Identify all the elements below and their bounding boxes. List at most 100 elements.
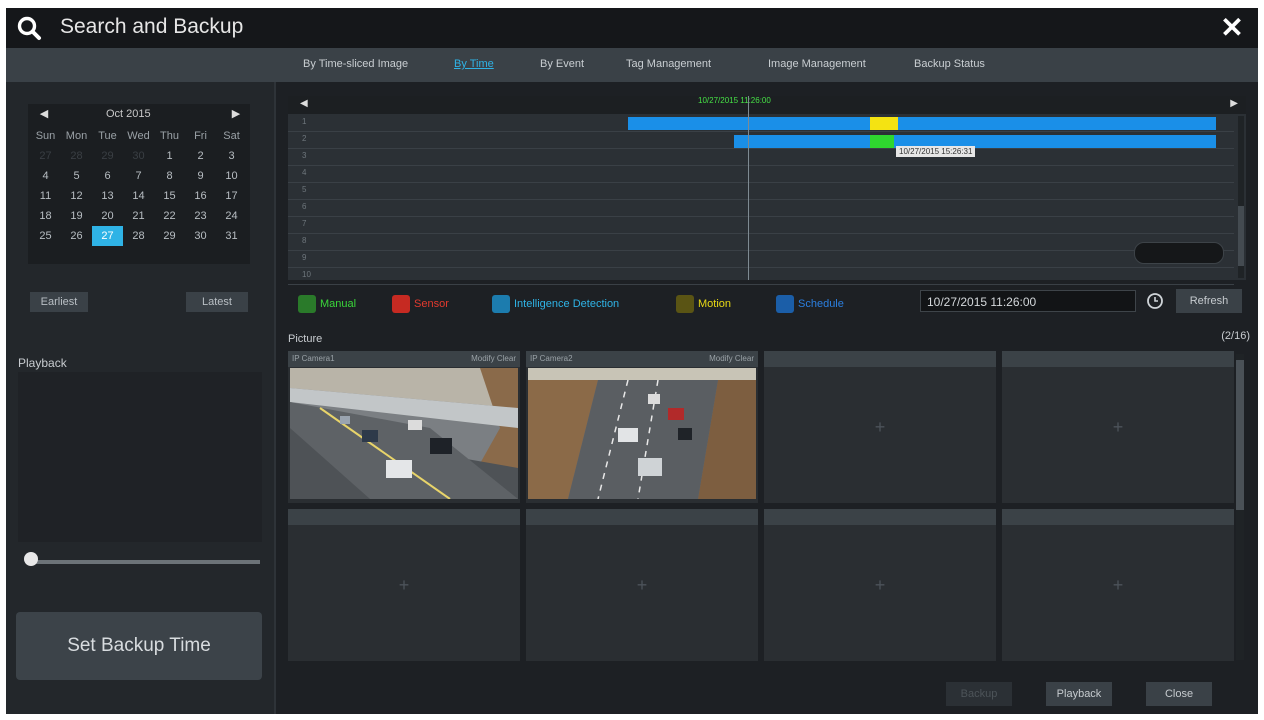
playback-button[interactable]: Playback	[1046, 682, 1112, 706]
picture-cell-header: IP Camera2 Modify Clear	[526, 351, 758, 367]
legend-motion-label: Motion	[698, 298, 732, 310]
timeline-row[interactable]: 6	[288, 199, 1234, 217]
legend-motion[interactable]: Motion	[676, 294, 731, 314]
datetime-input[interactable]: 10/27/2015 11:26:00	[920, 290, 1136, 312]
picture-cell-header	[526, 509, 758, 525]
timeline-row[interactable]: 8	[288, 233, 1234, 251]
calendar-day[interactable]: 15	[154, 186, 185, 206]
calendar-day[interactable]: 28	[123, 226, 154, 246]
timeline-row[interactable]: 10	[288, 267, 1234, 285]
timeline[interactable]: ◀ 10/27/2015 11:26:00 ▶ 10 9 8 7 6 5 4 3 2 1 10/2…	[288, 96, 1246, 285]
picture-cell[interactable]: +	[526, 509, 758, 661]
camera-name: IP Camera1	[292, 354, 335, 363]
legend-intelligence[interactable]: Intelligence Detection	[492, 294, 619, 314]
timeline-row[interactable]: 5	[288, 182, 1234, 200]
timeline-zoom-control[interactable]	[1134, 242, 1224, 264]
tab-backup-status[interactable]: Backup Status	[914, 58, 985, 70]
timeline-right-arrow-icon[interactable]: ▶	[1230, 98, 1238, 109]
picture-cell[interactable]: +	[764, 351, 996, 503]
calendar-day[interactable]: 21	[123, 206, 154, 226]
calendar-day[interactable]: 31	[216, 226, 247, 246]
picture-cell[interactable]: IP Camera1 Modify Clear	[288, 351, 520, 503]
sensor-icon	[392, 295, 410, 314]
picture-cell[interactable]: +	[288, 509, 520, 661]
calendar-day[interactable]: 16	[185, 186, 216, 206]
calendar-day[interactable]: 18	[30, 206, 61, 226]
timeline-channel-rows: 10 9 8 7 6 5 4 3 2 1	[288, 114, 1234, 285]
calendar-day[interactable]: 8	[154, 166, 185, 186]
timeline-row[interactable]: 7	[288, 216, 1234, 234]
tab-tag-management[interactable]: Tag Management	[626, 58, 711, 70]
timeline-manual-segment[interactable]	[870, 135, 894, 148]
calendar-day[interactable]: 17	[216, 186, 247, 206]
calendar-day[interactable]: 30	[185, 226, 216, 246]
clock-icon[interactable]	[1146, 292, 1164, 310]
add-icon: +	[398, 575, 410, 595]
playback-preview	[18, 372, 262, 542]
calendar-day[interactable]: 22	[154, 206, 185, 226]
earliest-button[interactable]: Earliest	[30, 292, 88, 312]
calendar-day[interactable]: 5	[61, 166, 92, 186]
timeline-row-number: 4	[302, 168, 307, 177]
calendar-day[interactable]: 29	[154, 226, 185, 246]
calendar-day[interactable]: 13	[92, 186, 123, 206]
timeline-left-arrow-icon[interactable]: ◀	[300, 98, 308, 109]
refresh-button[interactable]: Refresh	[1176, 289, 1242, 313]
close-button[interactable]: Close	[1146, 682, 1212, 706]
set-backup-time-button[interactable]: Set Backup Time	[16, 612, 262, 680]
calendar-day[interactable]: 20	[92, 206, 123, 226]
search-backup-window: Search and Backup ✕ By Time-sliced Image…	[6, 8, 1258, 714]
calendar-day[interactable]: 4	[30, 166, 61, 186]
camera-snapshot-image[interactable]	[290, 368, 518, 499]
calendar-day[interactable]: 10	[216, 166, 247, 186]
picture-cell[interactable]: IP Camera2 Modify Clear	[526, 351, 758, 503]
calendar-next-arrow-icon[interactable]: ▶	[226, 107, 246, 120]
picture-cell[interactable]: +	[1002, 509, 1234, 661]
cell-actions[interactable]: Modify Clear	[471, 351, 516, 367]
playback-slider-handle[interactable]	[24, 552, 38, 566]
cell-actions[interactable]: Modify Clear	[709, 351, 754, 367]
camera-snapshot-image[interactable]	[528, 368, 756, 499]
search-icon	[17, 16, 41, 40]
calendar-day[interactable]: 11	[30, 186, 61, 206]
timeline-record-bar[interactable]	[628, 117, 1216, 130]
calendar-day[interactable]: 26	[61, 226, 92, 246]
playback-slider[interactable]	[30, 560, 260, 564]
calendar-day[interactable]: 7	[123, 166, 154, 186]
tab-image-management[interactable]: Image Management	[768, 58, 866, 70]
calendar-day[interactable]: 12	[61, 186, 92, 206]
calendar-day[interactable]: 6	[92, 166, 123, 186]
legend-schedule[interactable]: Schedule	[776, 294, 844, 314]
picture-cell[interactable]: +	[1002, 351, 1234, 503]
legend-manual[interactable]: Manual	[298, 294, 356, 314]
calendar-day[interactable]: 14	[123, 186, 154, 206]
tab-by-time[interactable]: By Time	[454, 58, 494, 70]
tab-by-event[interactable]: By Event	[540, 58, 584, 70]
add-icon: +	[1112, 575, 1124, 595]
backup-button[interactable]: Backup	[946, 682, 1012, 706]
calendar-day[interactable]: 19	[61, 206, 92, 226]
timeline-row[interactable]: 3	[288, 148, 1234, 166]
timeline-row[interactable]: 4	[288, 165, 1234, 183]
timeline-row[interactable]: 9	[288, 250, 1234, 268]
latest-button[interactable]: Latest	[186, 292, 248, 312]
close-icon[interactable]: ✕	[1218, 14, 1246, 42]
tab-by-time-sliced-image[interactable]: By Time-sliced Image	[303, 58, 408, 70]
calendar-day[interactable]: 2	[185, 146, 216, 166]
calendar-day[interactable]: 25	[30, 226, 61, 246]
calendar-day[interactable]: 9	[185, 166, 216, 186]
calendar-day[interactable]: 1	[154, 146, 185, 166]
picture-grid-scrollbar-thumb[interactable]	[1236, 360, 1244, 510]
calendar-weekday: Thu	[160, 130, 179, 142]
calendar-prev-arrow-icon[interactable]: ◀	[34, 107, 54, 120]
timeline-row-number: 6	[302, 202, 307, 211]
picture-cell[interactable]: +	[764, 509, 996, 661]
calendar-day-selected[interactable]: 27	[92, 226, 123, 246]
add-icon: +	[874, 575, 886, 595]
timeline-motion-segment[interactable]	[870, 117, 898, 130]
legend-sensor[interactable]: Sensor	[392, 294, 449, 314]
calendar-day[interactable]: 24	[216, 206, 247, 226]
timeline-scrollbar-thumb[interactable]	[1238, 206, 1244, 266]
calendar-day[interactable]: 23	[185, 206, 216, 226]
calendar-day[interactable]: 3	[216, 146, 247, 166]
